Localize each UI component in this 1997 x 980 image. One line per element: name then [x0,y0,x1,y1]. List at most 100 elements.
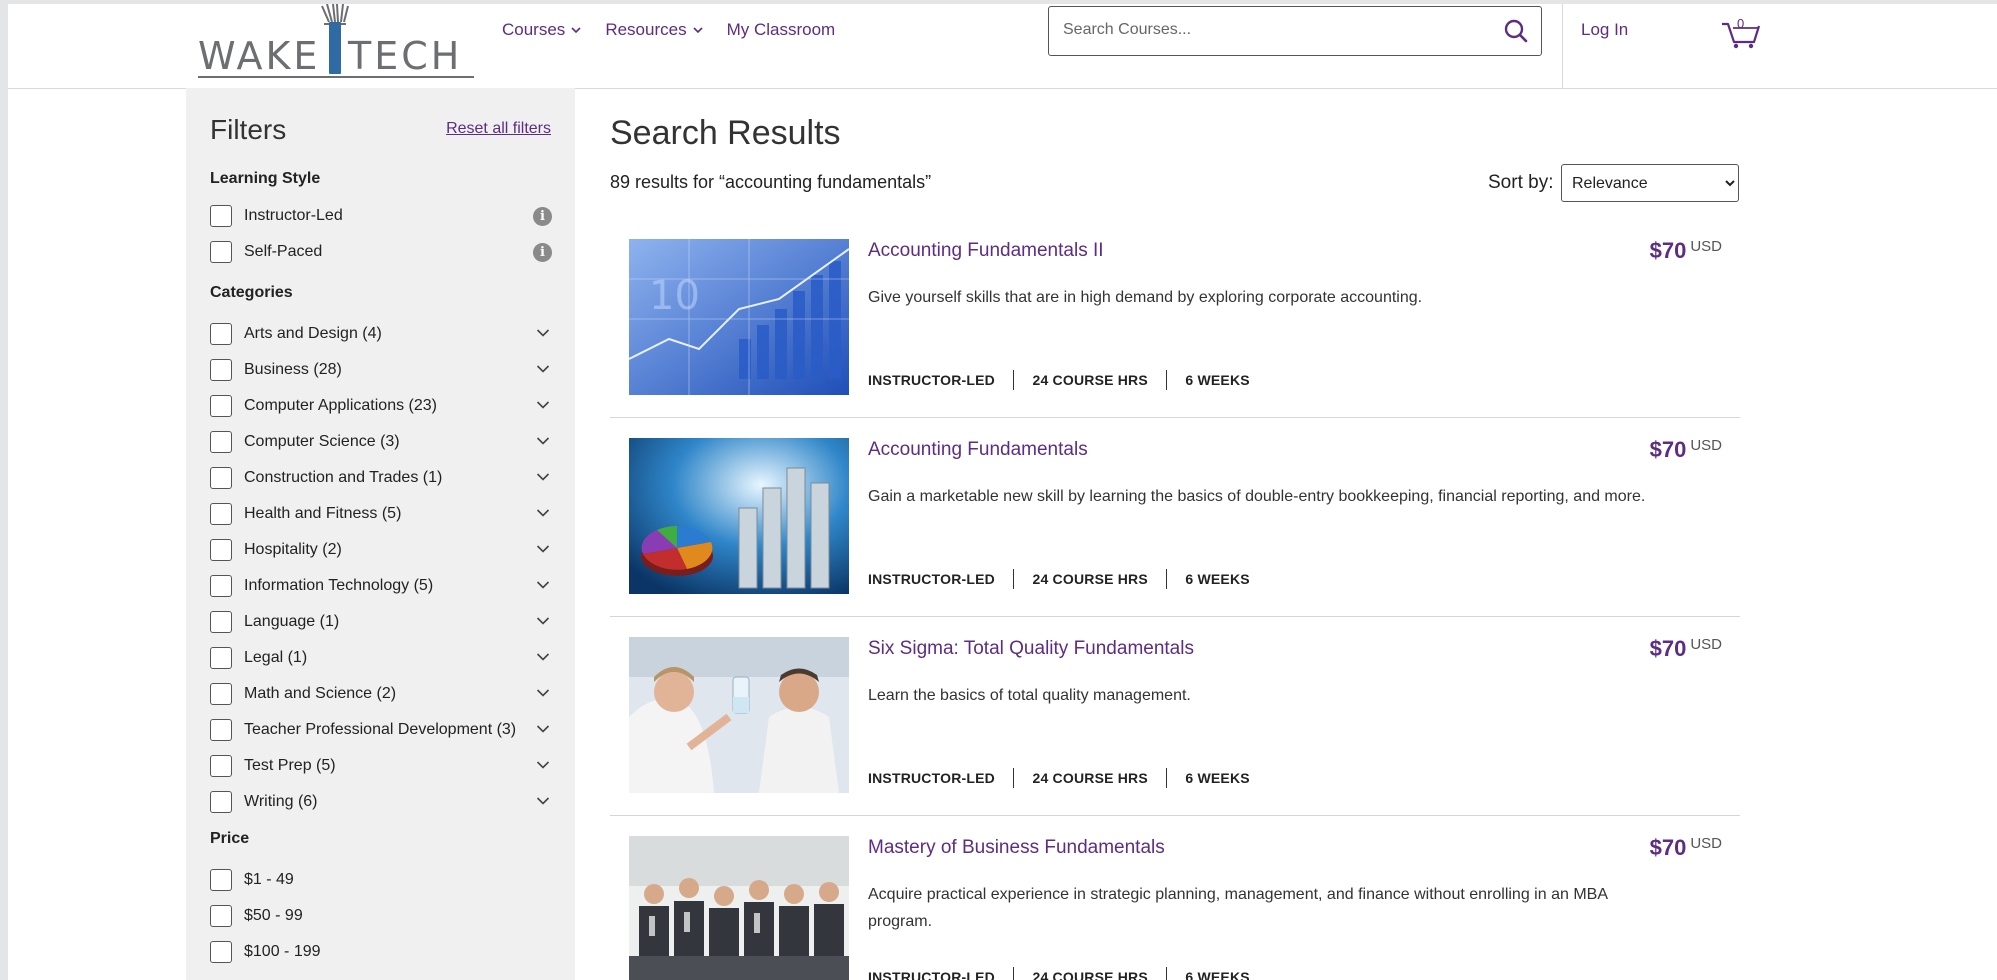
checkbox[interactable] [210,647,232,669]
filter-self-paced[interactable]: Self-Paced i [210,238,552,266]
checkbox[interactable] [210,611,232,633]
category-filter-item[interactable]: Computer Applications (23) [210,392,552,420]
logo-pillar-icon [329,22,341,74]
price-currency: USD [1690,437,1722,454]
nav-my-classroom[interactable]: My Classroom [727,20,836,40]
chevron-down-icon[interactable] [536,724,550,734]
course-duration: 6 WEEKS [1185,969,1250,980]
reset-filters-link[interactable]: Reset all filters [446,120,551,138]
category-filter-item[interactable]: Math and Science (2) [210,680,552,708]
filter-instructor-led[interactable]: Instructor-Led i [210,202,552,230]
filter-label: $100 - 199 [244,943,321,960]
category-filter-item[interactable]: Information Technology (5) [210,572,552,600]
filters-title: Filters [210,114,287,145]
checkbox[interactable] [210,395,232,417]
filter-label: Information Technology (5) [244,577,434,594]
meta-divider [1165,569,1168,589]
nav-courses[interactable]: Courses [502,20,581,40]
course-price: $70 USD [1650,835,1722,861]
course-card: Six Sigma: Total Quality Fundamentals $70… [610,616,1740,816]
course-title-link[interactable]: Six Sigma: Total Quality Fundamentals [868,638,1194,660]
checkbox[interactable] [210,905,232,927]
course-duration: 6 WEEKS [1185,571,1250,587]
checkbox[interactable] [210,869,232,891]
category-filter-item[interactable]: Construction and Trades (1) [210,464,552,492]
category-filter-item[interactable]: Health and Fitness (5) [210,500,552,528]
chevron-down-icon[interactable] [536,472,550,482]
chevron-down-icon[interactable] [536,796,550,806]
filter-label: Health and Fitness (5) [244,505,402,522]
nav-resources[interactable]: Resources [605,20,703,40]
filter-label: Math and Science (2) [244,685,397,702]
category-filter-item[interactable]: Hospitality (2) [210,536,552,564]
course-thumbnail[interactable] [629,438,849,594]
checkbox[interactable] [210,241,232,263]
course-title-link[interactable]: Accounting Fundamentals [868,439,1088,461]
nav-resources-label: Resources [605,20,687,39]
chevron-down-icon[interactable] [536,436,550,446]
chevron-down-icon[interactable] [536,400,550,410]
results-count: 89 results for “accounting fundamentals” [610,172,932,192]
checkbox[interactable] [210,683,232,705]
checkbox[interactable] [210,467,232,489]
category-filter-item[interactable]: Writing (6) [210,788,552,816]
category-filter-item[interactable]: Test Prep (5) [210,752,552,780]
meta-divider [1012,967,1015,980]
checkbox[interactable] [210,323,232,345]
course-hours: 24 COURSE HRS [1032,969,1148,980]
chevron-down-icon[interactable] [536,652,550,662]
chevron-down-icon[interactable] [536,328,550,338]
category-filter-item[interactable]: Language (1) [210,608,552,636]
filter-label: Self-Paced [244,243,323,260]
course-card: 10 Accounting Fundamentals II $70 USD Give y… [610,218,1740,418]
chevron-down-icon[interactable] [536,544,550,554]
chevron-down-icon[interactable] [536,364,550,374]
meta-divider [1165,967,1168,980]
price-currency: USD [1690,636,1722,653]
course-description: Learn the basics of total quality manage… [868,687,1191,704]
checkbox[interactable] [210,755,232,777]
course-title-link[interactable]: Mastery of Business Fundamentals [868,837,1165,859]
logo-text-tech: TECH [348,34,463,78]
checkbox[interactable] [210,719,232,741]
course-thumbnail[interactable]: 10 [629,239,849,395]
filter-label: Business (28) [244,361,342,378]
category-filter-item[interactable]: Arts and Design (4) [210,320,552,348]
sort-select[interactable]: Relevance [1561,164,1739,202]
checkbox[interactable] [210,359,232,381]
category-filter-item[interactable]: Legal (1) [210,644,552,672]
wake-tech-logo[interactable]: WAKE TECH [198,4,474,80]
price-filter-item[interactable]: $50 - 99 [210,902,552,930]
price-filter-item[interactable]: $100 - 199 [210,938,552,966]
cart-button[interactable]: 0 [1720,14,1764,50]
checkbox[interactable] [210,575,232,597]
checkbox[interactable] [210,791,232,813]
info-icon[interactable]: i [533,207,552,226]
chevron-down-icon[interactable] [536,616,550,626]
search-input[interactable] [1061,20,1485,40]
chevron-down-icon[interactable] [536,760,550,770]
category-filter-item[interactable]: Computer Science (3) [210,428,552,456]
checkbox[interactable] [210,205,232,227]
chevron-down-icon[interactable] [536,688,550,698]
course-thumbnail[interactable] [629,637,849,793]
price-currency: USD [1690,835,1722,852]
category-filter-item[interactable]: Teacher Professional Development (3) [210,716,552,744]
price-filter-item[interactable]: $1 - 49 [210,866,552,894]
search-icon[interactable] [1503,18,1529,44]
checkbox[interactable] [210,503,232,525]
course-thumbnail[interactable] [629,836,849,980]
chevron-down-icon[interactable] [536,508,550,518]
price-amount: $70 [1649,636,1687,661]
chevron-down-icon[interactable] [536,580,550,590]
cart-count: 0 [1737,16,1745,31]
meta-divider [1012,370,1015,390]
checkbox[interactable] [210,941,232,963]
course-title-link[interactable]: Accounting Fundamentals II [868,240,1104,262]
checkbox[interactable] [210,431,232,453]
info-icon[interactable]: i [533,243,552,262]
checkbox[interactable] [210,539,232,561]
login-link[interactable]: Log In [1581,20,1628,40]
page: WAKE TECH Courses Resources My Classroom [8,4,1997,980]
category-filter-item[interactable]: Business (28) [210,356,552,384]
